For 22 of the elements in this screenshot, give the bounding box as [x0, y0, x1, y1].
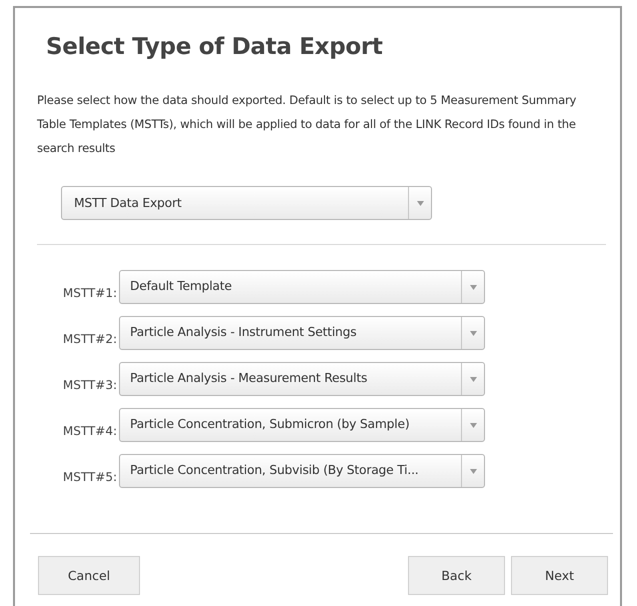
description-text: Please select how the data should exported. Default is to select up to 5 Measurement Summary Table Templates (MSTTs), which will be applied to data for all of the LINK Record IDs found in the search results: [37, 92, 578, 157]
back-button[interactable]: Back: [408, 556, 505, 595]
template-label: MSTT#5:: [62, 470, 118, 486]
dropdown[interactable]: Particle Concentration, Submicron (by Sample): [119, 408, 485, 442]
dialog-title: Select Type of Data Export: [46, 34, 384, 60]
template-label: MSTT#1:: [62, 286, 118, 302]
next-button[interactable]: Next: [511, 556, 608, 595]
template-label: MSTT#2:: [62, 332, 118, 348]
dropdown[interactable]: Default Template: [119, 270, 485, 304]
dropdown[interactable]: Particle Analysis - Instrument Settings: [119, 316, 485, 350]
caret-icon: [470, 422, 476, 428]
dropdown[interactable]: MSTT Data Export: [61, 186, 432, 220]
template-label: MSTT#4:: [62, 424, 118, 440]
caret-icon: [470, 376, 476, 382]
template-label: MSTT#3:: [62, 378, 118, 394]
cancel-button[interactable]: Cancel: [38, 556, 140, 595]
caret-icon: [470, 330, 476, 336]
dropdown[interactable]: Particle Analysis - Measurement Results: [119, 362, 485, 396]
caret-icon: [470, 284, 476, 290]
caret-icon: [470, 468, 476, 474]
caret-icon: [416, 200, 424, 206]
dropdown[interactable]: Particle Concentration, Subvisib (By Storage Ti...: [119, 454, 485, 488]
